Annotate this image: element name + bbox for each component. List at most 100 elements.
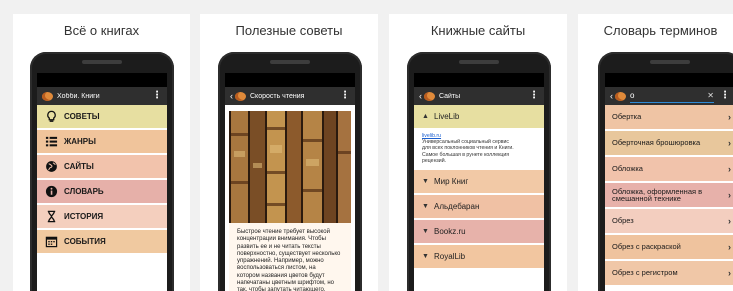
chevron-right-icon: › — [728, 138, 731, 148]
term-label: Оберточная брошюровка — [612, 138, 701, 148]
term-label: Обрез — [612, 216, 634, 226]
site-label: Мир Книг — [434, 177, 469, 187]
search-field[interactable]: о ✕ — [630, 90, 714, 103]
term-item[interactable]: Оберточная брошюровка › — [605, 131, 733, 157]
phone-speaker — [82, 60, 122, 64]
status-bar — [225, 73, 355, 87]
term-item[interactable]: Обложка, оформленная в смешанной технике… — [605, 183, 733, 209]
info-icon — [45, 185, 58, 198]
status-bar — [37, 73, 167, 87]
term-label: Обрез с раскраской — [612, 242, 681, 252]
term-list: Обертка › Оберточная брошюровка › Обложк… — [605, 105, 733, 287]
text-line: упражнений. Например, можно — [237, 258, 324, 265]
back-arrow-icon[interactable]: ‹ — [419, 91, 422, 101]
app-toolbar: ‹ Скорость чтения ⋮ — [225, 87, 355, 105]
text-line: Быстрое чтение требует высокой — [237, 229, 330, 235]
site-item-expanded[interactable]: ▲ LiveLib — [414, 105, 544, 130]
screenshot-panel-useful-advice: Полезные советы ‹ Скорость чтения ⋮ Быст… — [200, 14, 378, 291]
phone-screen: ‹ о ✕ ⋮ Обертка › Оберточная брошюровка … — [605, 73, 733, 291]
site-label: LiveLib — [434, 112, 460, 121]
site-list: ▼ Мир Книг ▼ Альдебаран ▼ Bookz.ru ▼ Roy… — [414, 170, 544, 271]
app-toolbar: ‹ Сайты ⋮ — [414, 87, 544, 105]
globe-icon — [45, 160, 58, 173]
search-input[interactable]: о — [630, 91, 707, 100]
article-title: Скорость чтения — [250, 92, 305, 100]
menu-item-label: ИСТОРИЯ — [64, 212, 104, 221]
menu-item-advice[interactable]: СОВЕТЫ — [37, 105, 167, 130]
text-line: так, чтобы запутать читающего. — [237, 287, 326, 291]
term-item[interactable]: Обрез › — [605, 209, 733, 235]
menu-item-events[interactable]: СОБЫТИЯ — [37, 230, 167, 255]
clear-search-icon[interactable]: ✕ — [707, 91, 714, 100]
screenshot-panel-book-sites: Книжные сайты ‹ Сайты ⋮ ▲ LiveLib liveli… — [389, 14, 567, 291]
term-label: Обложка — [612, 164, 643, 174]
phone-speaker — [459, 60, 499, 64]
menu-item-label: САЙТЫ — [64, 162, 94, 171]
site-description: livelib.ru Универсальный социальный серв… — [414, 130, 544, 171]
app-toolbar: Хобби. Книги ⋮ — [37, 87, 167, 105]
screen-title: Сайты — [439, 92, 461, 100]
site-label: RoyalLib — [434, 252, 466, 262]
app-logo-icon — [424, 91, 435, 101]
chevron-down-icon: ▼ — [422, 228, 429, 236]
chevron-right-icon: › — [728, 190, 731, 200]
phone-frame: ‹ Скорость чтения ⋮ Быстрое чтение требу… — [218, 52, 362, 291]
menu-item-genres[interactable]: ЖАНРЫ — [37, 130, 167, 155]
article-body: Быстрое чтение требует высокой концентрац… — [229, 223, 351, 291]
main-menu: СОВЕТЫ ЖАНРЫ САЙТЫ СЛОВАРЬ ИСТОРИЯ СОБЫТ… — [37, 105, 167, 255]
overflow-menu-icon[interactable]: ⋮ — [720, 91, 730, 101]
menu-item-history[interactable]: ИСТОРИЯ — [37, 205, 167, 230]
chevron-down-icon: ▼ — [422, 178, 429, 186]
app-logo-icon — [42, 91, 53, 101]
chevron-right-icon: › — [728, 112, 731, 122]
text-line: котором названия цветов будут — [237, 272, 325, 279]
menu-item-label: СОБЫТИЯ — [64, 237, 106, 246]
screenshot-panel-about-books: Всё о книгах Хобби. Книги ⋮ СОВЕТЫ ЖАНРЫ… — [13, 14, 190, 291]
chevron-right-icon: › — [728, 216, 731, 226]
site-item[interactable]: ▼ RoyalLib — [414, 245, 544, 271]
phone-frame: ‹ Сайты ⋮ ▲ LiveLib livelib.ru Универсал… — [407, 52, 551, 291]
site-label: Альдебаран — [434, 202, 480, 212]
site-item[interactable]: ▼ Bookz.ru — [414, 220, 544, 246]
back-arrow-icon[interactable]: ‹ — [610, 91, 613, 101]
term-label: Обложка, оформленная в смешанной технике — [612, 186, 703, 203]
list-icon — [45, 135, 58, 148]
screenshot-panel-glossary: Словарь терминов ‹ о ✕ ⋮ Обертка › Оберт… — [578, 14, 733, 291]
phone-frame: ‹ о ✕ ⋮ Обертка › Оберточная брошюровка … — [598, 52, 733, 291]
term-item[interactable]: Обертка › — [605, 105, 733, 131]
phone-frame: Хобби. Книги ⋮ СОВЕТЫ ЖАНРЫ САЙТЫ СЛОВАР… — [30, 52, 174, 291]
panel-caption: Книжные сайты — [430, 23, 526, 38]
phone-screen: ‹ Сайты ⋮ ▲ LiveLib livelib.ru Универсал… — [414, 73, 544, 291]
panel-caption: Полезные советы — [235, 23, 343, 38]
chevron-up-icon: ▲ — [422, 113, 429, 120]
term-label: Обертка — [612, 112, 642, 122]
app-logo-icon — [615, 91, 626, 101]
menu-item-label: СОВЕТЫ — [64, 112, 100, 121]
overflow-menu-icon[interactable]: ⋮ — [529, 91, 539, 101]
menu-item-label: ЖАНРЫ — [64, 137, 96, 146]
term-item[interactable]: Обрез с регистром › — [605, 261, 733, 287]
phone-speaker — [270, 60, 310, 64]
text-line: развить ее и не читать тексты — [237, 243, 321, 250]
app-title: Хобби. Книги — [57, 92, 100, 100]
status-bar — [605, 73, 733, 87]
panel-caption: Всё о книгах — [63, 23, 140, 38]
chevron-right-icon: › — [728, 268, 731, 278]
overflow-menu-icon[interactable]: ⋮ — [152, 91, 162, 101]
site-label: Bookz.ru — [434, 227, 466, 237]
overflow-menu-icon[interactable]: ⋮ — [340, 91, 350, 101]
panel-caption: Словарь терминов — [603, 23, 718, 38]
chevron-right-icon: › — [728, 164, 731, 174]
site-item[interactable]: ▼ Мир Книг — [414, 170, 544, 196]
term-item[interactable]: Обрез с раскраской › — [605, 235, 733, 261]
term-item[interactable]: Обложка › — [605, 157, 733, 183]
calendar-icon — [45, 235, 58, 248]
text-line: воспользоваться листом, на — [237, 265, 316, 272]
back-arrow-icon[interactable]: ‹ — [230, 91, 233, 101]
site-item[interactable]: ▼ Альдебаран — [414, 195, 544, 221]
text-line: напечатаны цветным шрифтом, но — [237, 280, 334, 287]
phone-screen: Хобби. Книги ⋮ СОВЕТЫ ЖАНРЫ САЙТЫ СЛОВАР… — [37, 73, 167, 291]
term-label: Обрез с регистром — [612, 268, 678, 278]
menu-item-dictionary[interactable]: СЛОВАРЬ — [37, 180, 167, 205]
menu-item-sites[interactable]: САЙТЫ — [37, 155, 167, 180]
